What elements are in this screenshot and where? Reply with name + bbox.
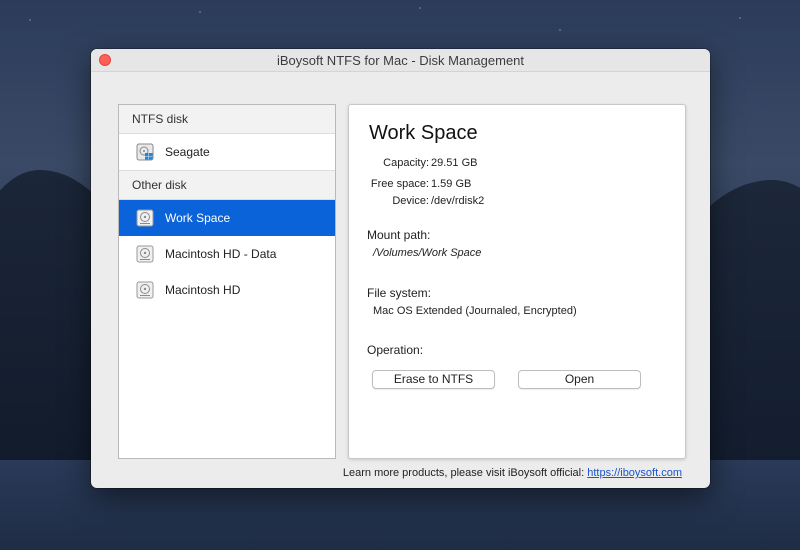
disk-management-window: iBoysoft NTFS for Mac - Disk Management … [91,49,710,488]
ntfs-disk-icon [136,143,154,161]
capacity-value: 29.51 GB [431,157,478,169]
open-button[interactable]: Open [518,370,641,389]
disk-icon [136,245,154,263]
mount-path-value: /Volumes/Work Space [373,247,482,259]
disk-icon [136,209,154,227]
disk-item-macintosh-hd[interactable]: Macintosh HD [119,272,335,308]
disk-item-work-space[interactable]: Work Space [119,200,335,236]
disk-list: NTFS disk Seagate Other disk Work Space [118,104,336,459]
disk-item-macintosh-hd-data[interactable]: Macintosh HD - Data [119,236,335,272]
disk-name-heading: Work Space [369,122,478,144]
titlebar: iBoysoft NTFS for Mac - Disk Management [91,49,710,72]
window-title: iBoysoft NTFS for Mac - Disk Management [276,53,525,68]
disk-item-seagate[interactable]: Seagate [119,134,335,170]
capacity-label: Capacity: [383,157,429,169]
file-system-value: Mac OS Extended (Journaled, Encrypted) [373,305,577,317]
footer: Learn more products, please visit iBoyso… [91,467,682,479]
disk-item-label: Macintosh HD [165,283,241,297]
group-header-other: Other disk [119,170,335,200]
mount-path-label: Mount path: [367,228,431,242]
operation-label: Operation: [367,343,424,357]
group-header-ntfs: NTFS disk [119,105,335,134]
disk-item-label: Seagate [165,145,210,159]
device-label: Device: [392,195,429,207]
free-space-value: 1.59 GB [431,178,472,190]
iboysoft-link[interactable]: https://iboysoft.com [587,467,682,479]
disk-item-label: Macintosh HD - Data [165,247,277,261]
file-system-label: File system: [367,286,432,300]
disk-icon [136,281,154,299]
footer-text: Learn more products, please visit iBoyso… [342,467,588,479]
erase-to-ntfs-button[interactable]: Erase to NTFS [372,370,495,389]
disk-item-label: Work Space [165,211,231,225]
device-value: /dev/rdisk2 [431,195,485,207]
free-space-label: Free space: [370,178,429,190]
disk-details-panel: Work Space Capacity: 29.51 GB Free space… [348,104,686,459]
